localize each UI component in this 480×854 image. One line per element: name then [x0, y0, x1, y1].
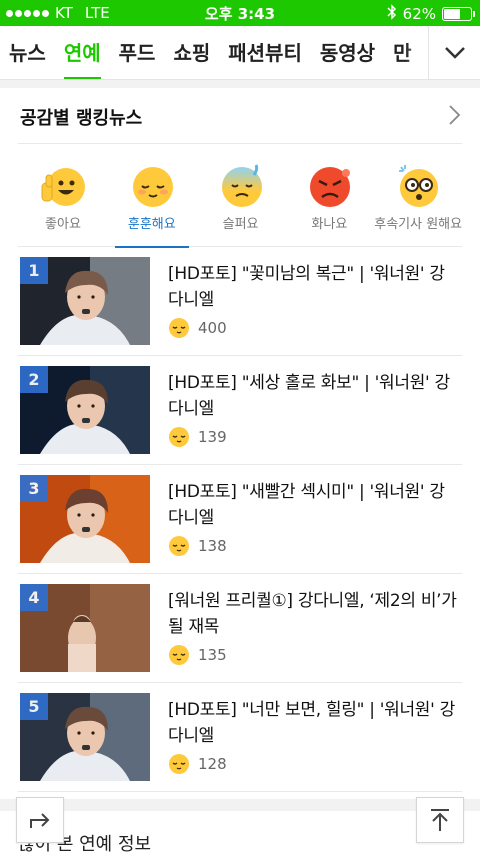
- emotion-label: 화나요: [311, 217, 348, 232]
- rank-badge: 4: [20, 584, 48, 611]
- category-nav: 뉴스 연예 푸드 쇼핑 패션뷰티 동영상 만: [0, 26, 480, 80]
- emotion-tab-0[interactable]: 좋아요: [18, 145, 108, 247]
- scroll-top-icon: [431, 809, 449, 831]
- like-emoji-icon: [40, 161, 88, 209]
- section-divider: [0, 80, 480, 88]
- article-headline[interactable]: [HD포토] "꽃미남의 복근" | '워너원' 강다니엘: [168, 261, 460, 313]
- emotion-tabs: 좋아요 훈훈해요 슬퍼요 화나요 후속기사 원해요: [18, 145, 463, 248]
- emotion-label: 훈훈해요: [127, 217, 176, 232]
- warm-emoji-icon: [168, 426, 190, 448]
- list-item[interactable]: 2 [HD포토] "세상 홀로 화보" | '워너원' 강다니엘 139: [18, 356, 462, 465]
- tab-2[interactable]: 푸드: [110, 26, 165, 79]
- category-tabs: 뉴스 연예 푸드 쇼핑 패션뷰티 동영상 만: [0, 26, 420, 79]
- list-item[interactable]: 3 [HD포토] "새빨간 섹시미" | '워너원' 강다니엘 138: [18, 465, 462, 574]
- section-title: 공감별 랭킹뉴스: [20, 108, 143, 129]
- article-thumbnail[interactable]: 2: [20, 366, 150, 454]
- reaction-count-value: 128: [198, 755, 227, 773]
- article-headline[interactable]: [HD포토] "세상 홀로 화보" | '워너원' 강다니엘: [168, 370, 460, 422]
- rank-badge: 3: [20, 475, 48, 502]
- rank-badge: 1: [20, 257, 48, 284]
- article-thumbnail[interactable]: 3: [20, 475, 150, 563]
- warm-emoji-icon: [168, 753, 190, 775]
- bluetooth-icon: [387, 4, 397, 24]
- list-item[interactable]: 4 [워너원 프리퀄①] 강다니엘, ‘제2의 비’가 될 재목 135: [18, 574, 462, 683]
- want-more-emoji-icon: [395, 161, 443, 209]
- emotion-tab-1[interactable]: 훈훈해요: [107, 145, 197, 248]
- battery-percent: 62%: [402, 5, 436, 23]
- battery-icon: [442, 7, 475, 21]
- scroll-top-button[interactable]: [416, 797, 464, 843]
- sad-emoji-icon: [218, 161, 266, 209]
- article-headline[interactable]: [HD포토] "새빨간 섹시미" | '워너원' 강다니엘: [168, 479, 460, 531]
- reaction-count-value: 135: [198, 646, 227, 664]
- emotion-label: 슬퍼요: [222, 217, 259, 232]
- reaction-count: 135: [168, 644, 227, 666]
- emotion-tab-3[interactable]: 화나요: [284, 145, 374, 247]
- rank-badge: 5: [20, 693, 48, 720]
- tab-3[interactable]: 쇼핑: [164, 26, 219, 79]
- tab-4[interactable]: 패션뷰티: [219, 26, 311, 79]
- warm-emoji-icon: [168, 644, 190, 666]
- rank-badge: 2: [20, 366, 48, 393]
- warm-emoji-icon: [168, 535, 190, 557]
- share-icon: [30, 813, 50, 828]
- angry-emoji-icon: [306, 161, 354, 209]
- tab-1[interactable]: 연예: [55, 26, 110, 79]
- reaction-count: 128: [168, 753, 227, 775]
- article-headline[interactable]: [HD포토] "너만 보면, 힐링" | '워너원' 강다니엘: [168, 697, 460, 749]
- list-item[interactable]: 1 [HD포토] "꽃미남의 복근" | '워너원' 강다니엘 400: [18, 247, 462, 356]
- status-bar: KT LTE 오후 3:43 62%: [0, 0, 480, 26]
- emotion-label: 좋아요: [45, 217, 81, 232]
- article-thumbnail[interactable]: 1: [20, 257, 150, 345]
- list-item[interactable]: 5 [HD포토] "너만 보면, 힐링" | '워너원' 강다니엘 128: [18, 683, 462, 792]
- emotion-label: 후속기사 원해요: [374, 217, 463, 232]
- reaction-count-value: 400: [198, 319, 227, 337]
- reaction-count-value: 138: [198, 537, 227, 555]
- share-button[interactable]: [16, 797, 64, 843]
- tab-5[interactable]: 동영상: [311, 26, 384, 79]
- warm-emoji-icon: [129, 161, 177, 209]
- reaction-count-value: 139: [198, 428, 227, 446]
- article-thumbnail[interactable]: 4: [20, 584, 150, 672]
- tab-0[interactable]: 뉴스: [0, 26, 55, 79]
- article-headline[interactable]: [워너원 프리퀄①] 강다니엘, ‘제2의 비’가 될 재목: [168, 588, 460, 640]
- section-divider: [0, 799, 480, 811]
- emotion-tab-2[interactable]: 슬퍼요: [196, 145, 286, 247]
- warm-emoji-icon: [168, 317, 190, 339]
- reaction-count: 138: [168, 535, 227, 557]
- article-thumbnail[interactable]: 5: [20, 693, 150, 781]
- reaction-count: 400: [168, 317, 227, 339]
- chevron-right-icon[interactable]: [448, 104, 462, 126]
- nav-more-button[interactable]: [428, 26, 480, 79]
- section-header[interactable]: 공감별 랭킹뉴스: [18, 88, 462, 144]
- emotion-tab-4[interactable]: 후속기사 원해요: [373, 145, 463, 247]
- reaction-count: 139: [168, 426, 227, 448]
- chevron-down-icon: [444, 47, 465, 59]
